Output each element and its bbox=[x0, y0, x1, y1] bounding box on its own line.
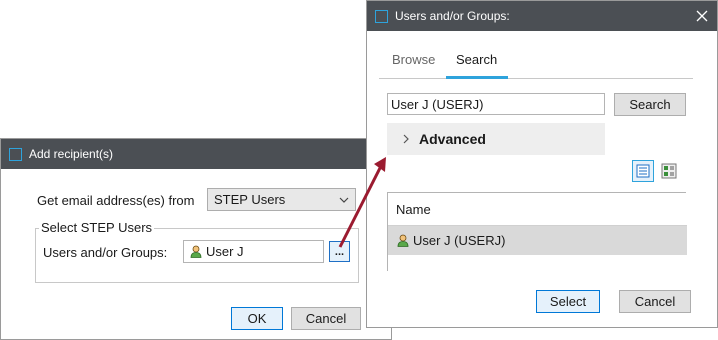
table-row-label: User J (USERJ) bbox=[413, 233, 506, 248]
users-groups-dialog: Users and/or Groups: Browse Search User … bbox=[366, 0, 718, 328]
close-icon[interactable] bbox=[695, 9, 709, 23]
tab-search[interactable]: Search bbox=[456, 52, 497, 67]
list-view-icon[interactable] bbox=[632, 160, 654, 182]
users-groups-titlebar: Users and/or Groups: bbox=[367, 1, 717, 31]
select-users-group-label: Select STEP Users bbox=[39, 220, 155, 235]
search-input[interactable]: User J (USERJ) bbox=[387, 93, 605, 115]
search-button-label: Search bbox=[629, 97, 671, 112]
table-row[interactable]: User J (USERJ) bbox=[388, 226, 687, 255]
tab-browse[interactable]: Browse bbox=[392, 52, 435, 67]
advanced-label: Advanced bbox=[419, 131, 486, 147]
ok-button[interactable]: OK bbox=[231, 307, 283, 330]
users-groups-value: User J bbox=[206, 244, 244, 259]
source-label: Get email address(es) from bbox=[37, 193, 195, 208]
select-button-label: Select bbox=[549, 294, 587, 309]
cancel-button-label: Cancel bbox=[305, 311, 347, 326]
window-icon bbox=[9, 147, 22, 161]
search-button[interactable]: Search bbox=[614, 93, 686, 116]
source-select[interactable]: STEP Users bbox=[207, 188, 356, 211]
ok-button-label: OK bbox=[247, 311, 267, 326]
add-recipient-dialog: Add recipient(s) Get email address(es) f… bbox=[0, 138, 392, 340]
users-groups-field[interactable]: User J bbox=[183, 240, 324, 263]
user-icon bbox=[397, 234, 409, 247]
window-icon bbox=[375, 9, 388, 23]
tab-search-underline bbox=[446, 76, 508, 79]
users-groups-cancel-button[interactable]: Cancel bbox=[619, 290, 691, 313]
users-groups-cancel-button-label: Cancel bbox=[634, 294, 676, 309]
users-groups-label: Users and/or Groups: bbox=[43, 245, 168, 260]
add-recipient-titlebar: Add recipient(s) bbox=[1, 139, 391, 169]
browse-users-button-label: ... bbox=[334, 245, 345, 258]
detail-view-icon[interactable] bbox=[658, 160, 680, 182]
advanced-expander[interactable]: Advanced bbox=[387, 123, 605, 155]
users-groups-title: Users and/or Groups: bbox=[395, 9, 510, 23]
chevron-right-icon bbox=[403, 134, 410, 144]
select-button[interactable]: Select bbox=[536, 290, 600, 313]
user-icon bbox=[190, 245, 202, 258]
add-recipient-title: Add recipient(s) bbox=[29, 147, 114, 161]
tab-strip-line bbox=[379, 78, 693, 79]
browse-users-button[interactable]: ... bbox=[329, 241, 350, 262]
results-table: Name User J (USERJ) bbox=[387, 192, 687, 271]
table-header-name[interactable]: Name bbox=[388, 193, 687, 226]
cancel-button[interactable]: Cancel bbox=[291, 307, 361, 330]
source-select-value: STEP Users bbox=[214, 192, 286, 207]
table-header-label: Name bbox=[396, 201, 431, 217]
search-input-value: User J (USERJ) bbox=[391, 96, 484, 112]
chevron-down-icon bbox=[339, 193, 349, 208]
